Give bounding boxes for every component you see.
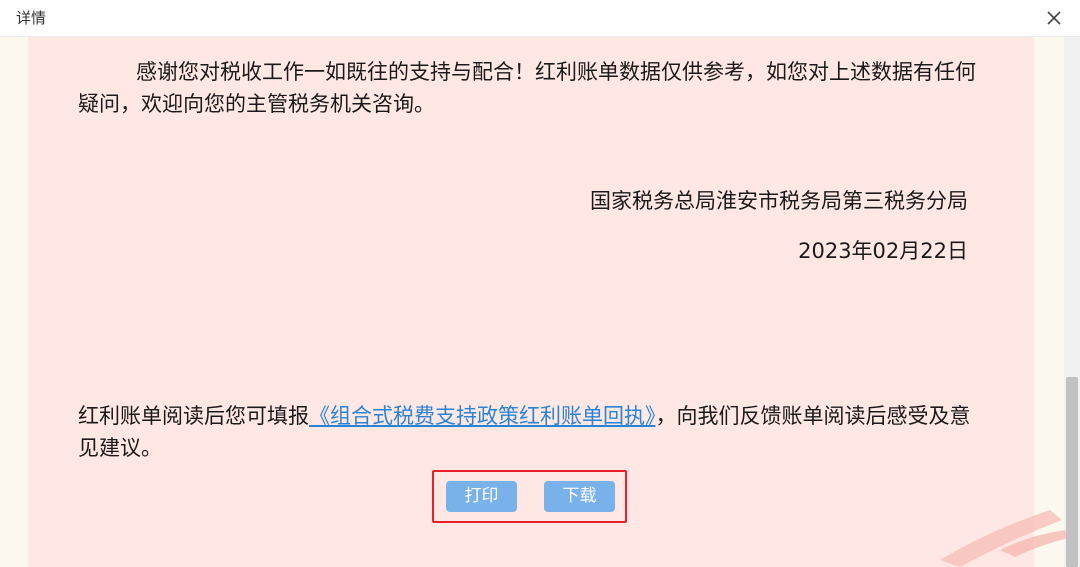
- thanks-paragraph: 感谢您对税收工作一如既往的支持与配合！红利账单数据仅供参考，如您对上述数据有任何…: [78, 60, 976, 116]
- scrollbar-thumb[interactable]: [1066, 377, 1078, 567]
- dialog-title: 详情: [16, 9, 47, 27]
- dividend-bill-sheet: 感谢您对税收工作一如既往的支持与配合！红利账单数据仅供参考，如您对上述数据有任何…: [28, 37, 1034, 567]
- feedback-paragraph: 红利账单阅读后您可填报《组合式税费支持政策红利账单回执》，向我们反馈账单阅读后感…: [78, 400, 978, 464]
- vertical-scrollbar[interactable]: [1064, 37, 1080, 567]
- receipt-form-link[interactable]: 《组合式税费支持政策红利账单回执》: [309, 404, 656, 428]
- close-icon: [1047, 11, 1061, 25]
- dialog-titlebar: 详情: [0, 0, 1080, 37]
- download-button[interactable]: 下载: [544, 481, 615, 512]
- feedback-prefix: 红利账单阅读后您可填报: [78, 404, 309, 428]
- issuer-name: 国家税务总局淮安市税务局第三税务分局: [590, 189, 968, 213]
- details-dialog: 详情 感谢您对税收工作一如既往的支持与配合！红利账单数据仅供参考，如您对上述数据…: [0, 0, 1080, 567]
- dialog-content[interactable]: 感谢您对税收工作一如既往的支持与配合！红利账单数据仅供参考，如您对上述数据有任何…: [0, 37, 1064, 567]
- print-button[interactable]: 打印: [446, 481, 517, 512]
- issue-date: 2023年02月22日: [798, 239, 968, 263]
- close-button[interactable]: [1042, 6, 1066, 30]
- action-buttons-highlight: 打印 下载: [432, 470, 627, 523]
